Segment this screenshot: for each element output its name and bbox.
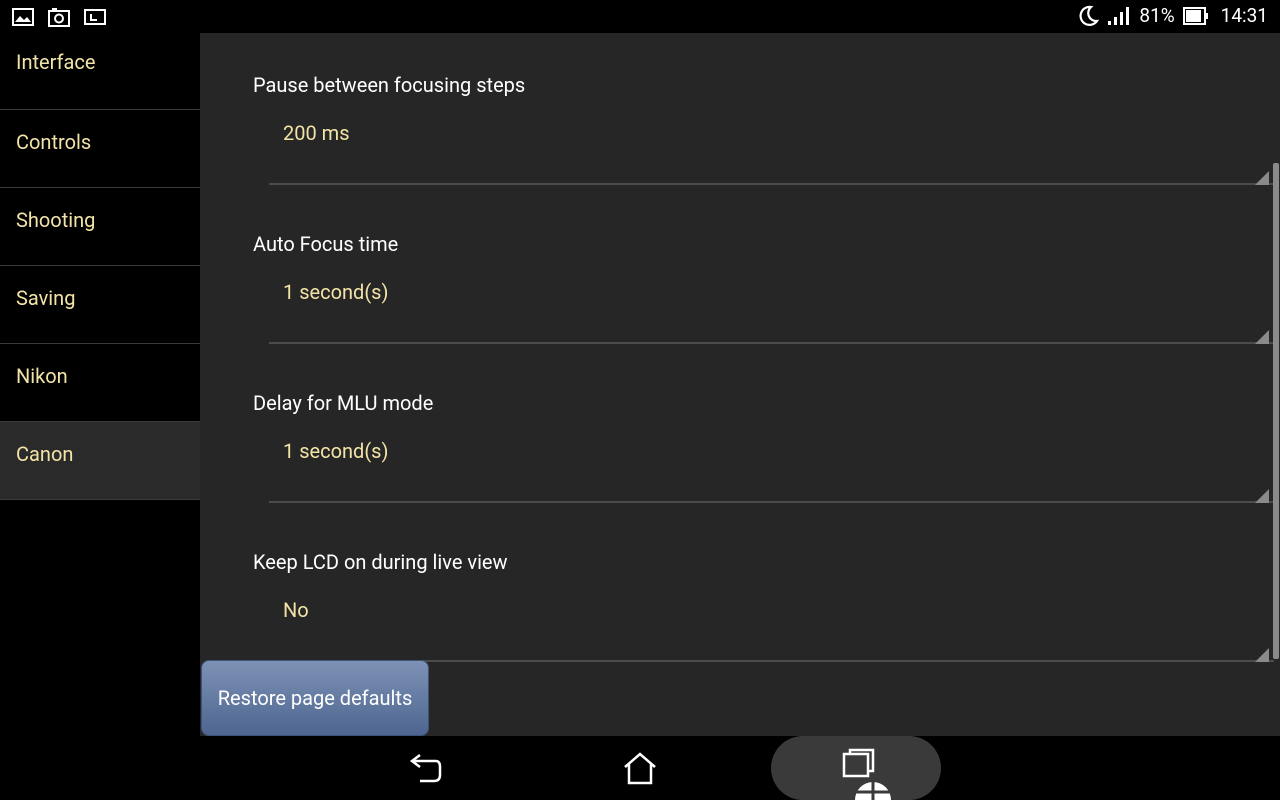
sidebar-item-nikon[interactable]: Nikon <box>0 344 200 422</box>
camera-notification-icon <box>48 8 70 27</box>
pref-value[interactable]: 1 second(s) <box>283 280 388 304</box>
image-notification-icon <box>12 8 34 26</box>
back-button[interactable] <box>395 736 455 800</box>
sidebar-item-label: Saving <box>16 285 76 310</box>
dropdown-corner-icon <box>1255 171 1269 185</box>
signal-icon <box>1108 6 1130 25</box>
status-bar: 81% 14:31 <box>0 0 1280 33</box>
sidebar-item-label: Controls <box>16 129 92 154</box>
pref-auto-focus-time[interactable]: Auto Focus time 1 second(s) <box>253 232 1274 344</box>
home-button[interactable] <box>610 736 670 800</box>
preferences-panel: Pause between focusing steps 200 ms Auto… <box>200 33 1280 736</box>
sidebar-item-interface[interactable]: Interface <box>0 33 200 110</box>
sidebar-item-label: Nikon <box>16 363 68 388</box>
battery-percentage: 81% <box>1139 4 1175 27</box>
sidebar-item-label: Interface <box>16 50 96 74</box>
pref-divider <box>269 342 1274 344</box>
app-root: 81% 14:31 Interface Controls Shooting Sa… <box>0 0 1280 800</box>
pref-title: Delay for MLU mode <box>253 391 434 415</box>
clock: 14:31 <box>1220 4 1268 27</box>
recent-apps-icon <box>842 748 891 800</box>
pref-divider <box>269 501 1274 503</box>
pref-title: Auto Focus time <box>253 232 399 256</box>
dropdown-corner-icon <box>1255 489 1269 503</box>
pref-focus-step-pause[interactable]: Pause between focusing steps 200 ms <box>253 73 1274 185</box>
moon-icon <box>1079 5 1100 26</box>
home-icon <box>624 752 656 785</box>
pref-title: Pause between focusing steps <box>253 73 526 97</box>
pref-title: Keep LCD on during live view <box>253 550 508 574</box>
battery-icon <box>1182 6 1208 25</box>
pref-value[interactable]: 200 ms <box>283 121 350 145</box>
sidebar-item-label: Canon <box>16 441 74 466</box>
sidebar-item-shooting[interactable]: Shooting <box>0 188 200 266</box>
sidebar-item-label: Shooting <box>16 207 96 232</box>
pref-value[interactable]: 1 second(s) <box>283 439 388 463</box>
sidebar-item-controls[interactable]: Controls <box>0 110 200 188</box>
notification-icons <box>12 7 106 27</box>
restore-defaults-button[interactable]: Restore page defaults <box>201 660 429 736</box>
dropdown-corner-icon <box>1255 330 1269 344</box>
scrollbar[interactable] <box>1273 163 1279 659</box>
sidebar-item-saving[interactable]: Saving <box>0 266 200 344</box>
back-icon <box>409 754 442 783</box>
pref-value[interactable]: No <box>283 598 309 622</box>
dropdown-corner-icon <box>1255 648 1269 662</box>
navigation-bar <box>0 736 1280 800</box>
system-status: 81% 14:31 <box>1077 4 1268 27</box>
tablet-notification-icon <box>84 9 106 25</box>
pref-mlu-delay[interactable]: Delay for MLU mode 1 second(s) <box>253 391 1274 503</box>
pref-keep-lcd-on[interactable]: Keep LCD on during live view No <box>253 550 1274 662</box>
pref-divider <box>269 183 1274 185</box>
sidebar-item-canon[interactable]: Canon <box>0 422 200 500</box>
recent-apps-button[interactable] <box>771 736 941 800</box>
settings-sidebar: Interface Controls Shooting Saving Nikon… <box>0 33 200 736</box>
